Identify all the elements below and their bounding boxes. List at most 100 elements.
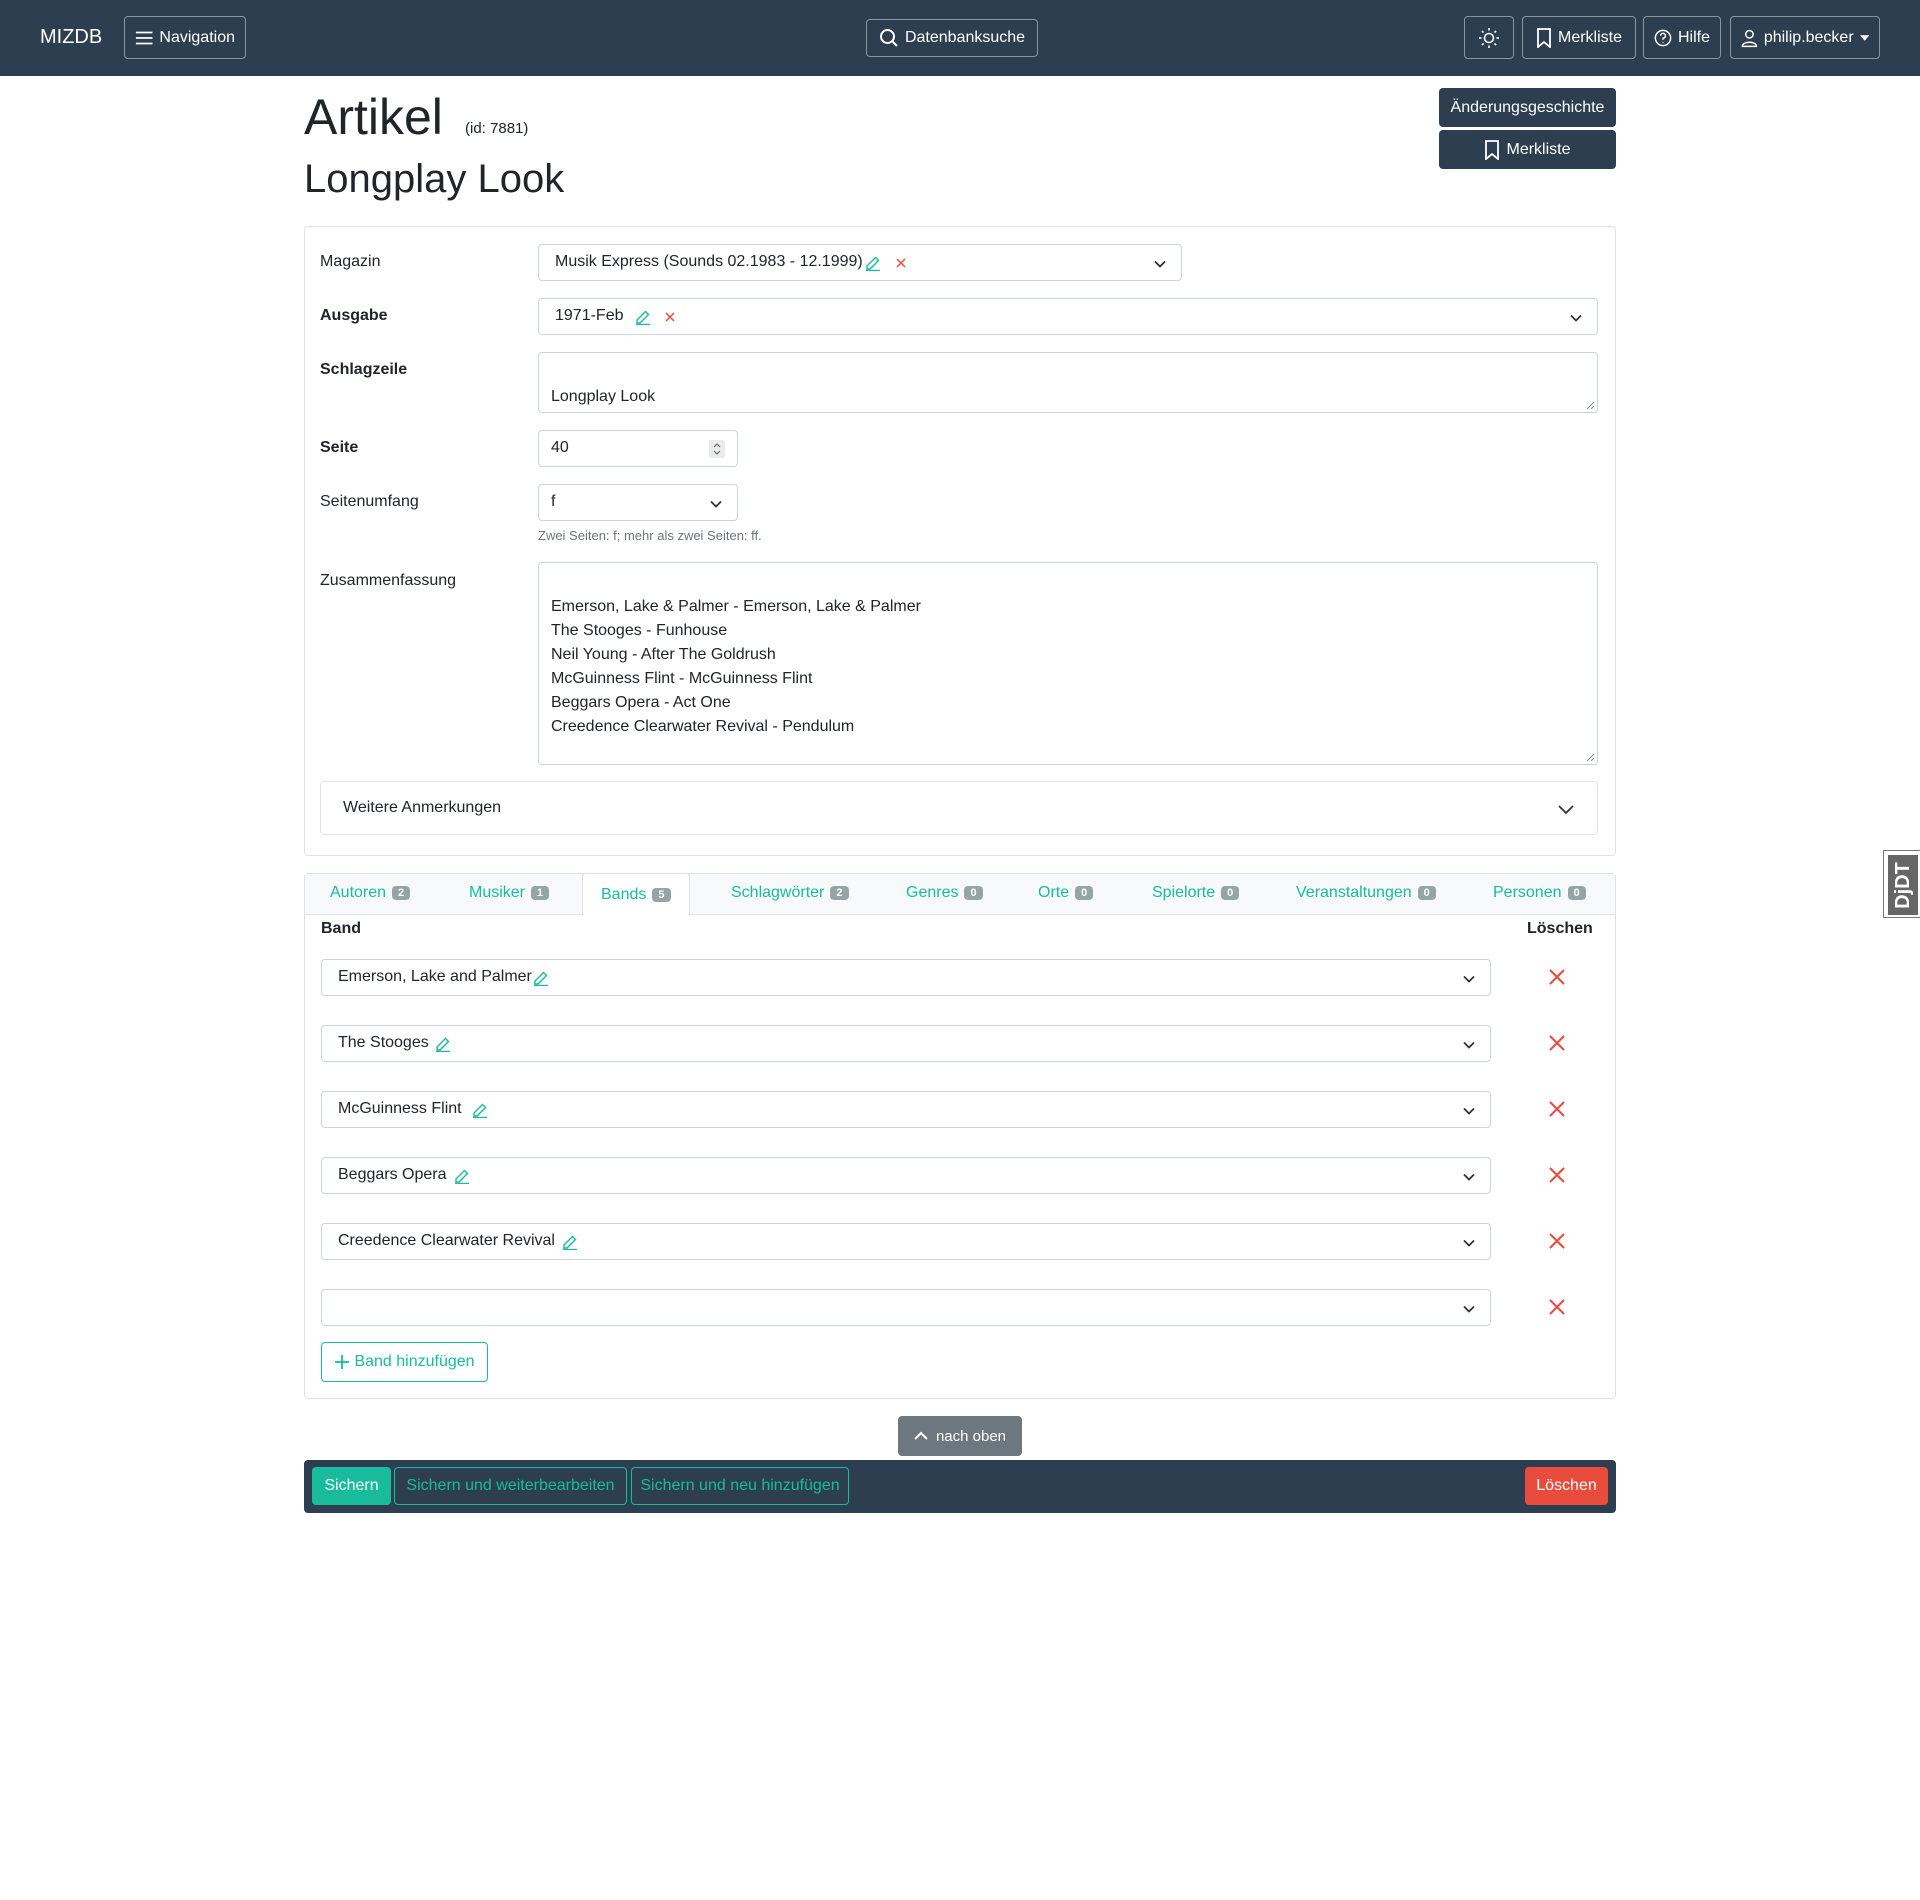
theme-toggle-button[interactable] [1464,16,1514,59]
band-select[interactable]: Creedence Clearwater Revival [321,1223,1491,1260]
tab-count-badge: 5 [652,887,671,902]
save-add-new-button[interactable]: Sichern und neu hinzufügen [631,1467,849,1505]
seite-input[interactable]: 40 [538,430,738,467]
tab-schlagwoerter[interactable]: Schlagwörter 2 [731,884,849,902]
delete-row-icon[interactable] [1548,1034,1566,1052]
object-name: Longplay Look [304,157,565,201]
tab-orte[interactable]: Orte 0 [1038,884,1094,902]
band-select-empty[interactable] [321,1289,1491,1326]
magazin-label: Magazin [320,253,381,270]
tab-count-badge: 0 [1221,886,1240,900]
tab-count-badge: 0 [964,886,983,900]
watchlist-button[interactable]: Merkliste [1439,130,1616,169]
user-menu-button[interactable]: philip.becker [1730,16,1880,59]
tab-musiker[interactable]: Musiker 1 [469,884,550,902]
tab-label: Veranstaltungen [1296,884,1412,901]
tab-veranstaltungen[interactable]: Veranstaltungen 0 [1296,884,1436,902]
help-button[interactable]: Hilfe [1643,16,1721,59]
save-button[interactable]: Sichern [312,1467,391,1505]
tab-autoren[interactable]: Autoren 2 [330,884,411,902]
database-search-button[interactable]: Datenbanksuche [866,19,1038,57]
back-to-top-button[interactable]: nach oben [898,1416,1022,1456]
pencil-icon[interactable] [562,1234,578,1250]
number-stepper[interactable] [709,440,725,458]
brand-logo[interactable]: MIZDB [40,26,102,49]
delete-button[interactable]: Löschen [1525,1467,1608,1505]
delete-label: Löschen [1536,1477,1597,1494]
weitere-anmerkungen-accordion[interactable]: Weitere Anmerkungen [320,781,1598,835]
tab-genres[interactable]: Genres 0 [906,884,983,902]
tab-spielorte[interactable]: Spielorte 0 [1152,884,1240,902]
search-label: Datenbanksuche [904,29,1026,46]
chevron-down-icon [710,500,722,508]
tab-bands[interactable]: Bands 5 [582,873,690,916]
pencil-icon[interactable] [635,309,651,325]
sun-icon [1479,27,1499,48]
delete-row-icon[interactable] [1548,968,1566,986]
ausgabe-select[interactable]: 1971-Feb [538,298,1598,335]
watchlist-nav-button[interactable]: Merkliste [1522,16,1636,59]
chevron-down-icon [1463,1305,1475,1313]
tab-personen[interactable]: Personen 0 [1493,884,1586,902]
hamburger-icon [135,31,153,44]
chevron-down-icon [1463,1239,1475,1247]
top-navbar: MIZDB Navigation Datenbanksuche Merklist… [0,0,1920,76]
band-select[interactable]: The Stooges [321,1025,1491,1062]
schlagzeile-textarea[interactable]: Longplay Look [538,352,1598,413]
band-value: McGuinness Flint [338,1100,462,1117]
zusammenfassung-textarea[interactable]: Emerson, Lake & Palmer - Emerson, Lake &… [538,562,1598,765]
accordion-label: Weitere Anmerkungen [343,799,502,816]
seitenumfang-value: f [551,493,556,510]
band-column-header: Band [321,920,361,937]
ausgabe-value: 1971-Feb [555,307,624,324]
user-icon [1741,29,1758,47]
pencil-icon[interactable] [435,1036,451,1052]
chevron-down-icon [1154,260,1166,268]
tab-label: Musiker [469,884,526,901]
chevron-down-icon [1463,1041,1475,1049]
chevron-up-icon [914,1431,928,1440]
tab-label: Autoren [330,884,387,901]
tab-count-badge: 2 [830,886,849,900]
add-band-button[interactable]: Band hinzufügen [321,1342,488,1382]
magazin-select[interactable]: Musik Express (Sounds 02.1983 - 12.1999) [538,244,1182,281]
seitenumfang-select[interactable]: f [538,484,738,521]
band-value: Creedence Clearwater Revival [338,1232,555,1249]
save-continue-label: Sichern und weiterbearbeiten [406,1477,615,1494]
band-value: Emerson, Lake and Palmer [338,968,532,985]
debug-toolbar-handle[interactable]: DjDT [1883,850,1920,918]
page-title: Artikel [304,89,443,145]
delete-row-icon[interactable] [1548,1166,1566,1184]
band-value: The Stooges [338,1034,429,1051]
pencil-icon[interactable] [472,1102,488,1118]
pencil-icon[interactable] [533,970,549,986]
pencil-icon[interactable] [865,255,881,271]
band-select[interactable]: McGuinness Flint [321,1091,1491,1128]
save-label: Sichern [324,1477,379,1494]
delete-row-icon[interactable] [1548,1232,1566,1250]
chevron-down-icon [1463,975,1475,983]
history-button[interactable]: Änderungsgeschichte [1439,88,1616,127]
seitenumfang-help: Zwei Seiten: f; mehr als zwei Seiten: ff… [538,528,762,543]
resize-grip-icon[interactable] [1585,752,1595,762]
delete-row-icon[interactable] [1548,1100,1566,1118]
seite-value: 40 [551,439,569,456]
band-value: Beggars Opera [338,1166,447,1183]
delete-row-icon[interactable] [1548,1298,1566,1316]
navigation-button[interactable]: Navigation [124,16,246,59]
debug-toolbar-label: DjDT [1891,861,1914,909]
resize-grip-icon[interactable] [1585,400,1595,410]
chevron-down-icon [1463,1107,1475,1115]
band-select[interactable]: Beggars Opera [321,1157,1491,1194]
stepper-arrows-icon [713,443,721,455]
delete-column-header: Löschen [1527,920,1593,937]
tab-count-badge: 1 [531,886,550,900]
clear-icon[interactable] [662,309,678,325]
save-continue-button[interactable]: Sichern und weiterbearbeiten [394,1467,627,1505]
tab-count-badge: 2 [392,886,411,900]
history-label: Änderungsgeschichte [1450,98,1605,116]
tab-count-badge: 0 [1417,886,1436,900]
band-select[interactable]: Emerson, Lake and Palmer [321,959,1491,996]
clear-icon[interactable] [893,255,909,271]
pencil-icon[interactable] [454,1168,470,1184]
